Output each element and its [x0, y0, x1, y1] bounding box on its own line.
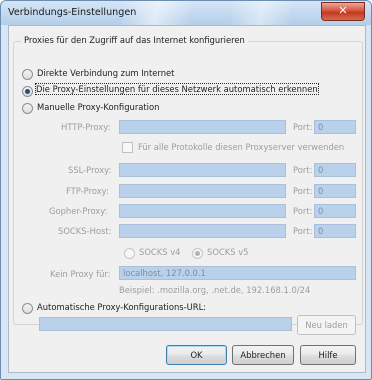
- ssl-port-input[interactable]: 0: [314, 163, 356, 177]
- ok-button[interactable]: OK: [166, 345, 227, 365]
- gopher-proxy-input[interactable]: [119, 204, 286, 218]
- radio-auto-detect[interactable]: [22, 86, 33, 97]
- radio-socks-v4-label[interactable]: SOCKS v4: [139, 247, 181, 257]
- ftp-proxy-label: FTP-Proxy:: [66, 186, 109, 196]
- gopher-proxy-label: Gopher-Proxy:: [49, 206, 108, 216]
- gopher-port-label: Port:: [293, 206, 313, 216]
- ftp-port-label: Port:: [293, 186, 313, 196]
- dialog-window: Verbindungs-Einstellungen ✕ Proxies für …: [0, 0, 372, 380]
- ssl-proxy-label: SSL-Proxy:: [68, 165, 112, 175]
- socks-host-label: SOCKS-Host:: [58, 226, 112, 236]
- use-all-protocols-checkbox[interactable]: [122, 142, 133, 153]
- title-bar-shine: [231, 1, 291, 25]
- title-bar[interactable]: Verbindungs-Einstellungen ✕: [1, 1, 371, 25]
- gopher-port-input[interactable]: 0: [314, 204, 356, 218]
- radio-direct[interactable]: [22, 69, 33, 80]
- socks-port-input[interactable]: 0: [314, 224, 356, 238]
- window-title: Verbindungs-Einstellungen: [8, 7, 137, 18]
- no-proxy-example: Beispiel: .mozilla.org, .net.de, 192.168…: [119, 285, 311, 295]
- auto-config-url-input[interactable]: [39, 317, 292, 331]
- close-icon: ✕: [338, 4, 348, 17]
- no-proxy-input[interactable]: localhost, 127.0.0.1: [119, 266, 356, 280]
- socks-port-label: Port:: [293, 226, 313, 236]
- ssl-proxy-input[interactable]: [119, 163, 286, 177]
- ftp-port-input[interactable]: 0: [314, 184, 356, 198]
- close-button[interactable]: ✕: [321, 2, 365, 21]
- http-proxy-input[interactable]: [119, 120, 286, 134]
- radio-socks-v5-label[interactable]: SOCKS v5: [207, 247, 249, 257]
- radio-manual[interactable]: [22, 103, 33, 114]
- ssl-port-label: Port:: [293, 165, 313, 175]
- use-all-protocols-label[interactable]: Für alle Protokolle diesen Proxyserver v…: [138, 142, 344, 152]
- ftp-proxy-input[interactable]: [119, 184, 286, 198]
- cancel-button[interactable]: Abbrechen: [232, 345, 294, 365]
- help-button[interactable]: Hilfe: [300, 345, 356, 365]
- radio-socks-v4[interactable]: [124, 248, 135, 259]
- radio-direct-label[interactable]: Direkte Verbindung zum Internet: [37, 68, 174, 78]
- dialog-body: Proxies für den Zugriff auf das Internet…: [8, 25, 366, 373]
- radio-auto-detect-label[interactable]: Die Proxy-Einstellungen für dieses Netzw…: [35, 83, 319, 95]
- http-proxy-label: HTTP-Proxy:: [61, 122, 111, 132]
- radio-selected-dot: [25, 89, 30, 94]
- radio-selected-dot: [195, 251, 200, 256]
- radio-manual-label[interactable]: Manuelle Proxy-Konfiguration: [37, 102, 159, 112]
- http-port-label: Port:: [293, 122, 313, 132]
- http-port-input[interactable]: 0: [314, 120, 356, 134]
- radio-auto-config-url-label[interactable]: Automatische Proxy-Konfigurations-URL:: [37, 302, 206, 312]
- radio-socks-v5[interactable]: [192, 248, 203, 259]
- reload-button[interactable]: Neu laden: [297, 315, 356, 335]
- proxy-group-title: Proxies für den Zugriff auf das Internet…: [21, 35, 248, 45]
- no-proxy-label: Kein Proxy für:: [50, 269, 111, 279]
- socks-host-input[interactable]: [119, 224, 286, 238]
- radio-auto-config-url[interactable]: [22, 303, 33, 314]
